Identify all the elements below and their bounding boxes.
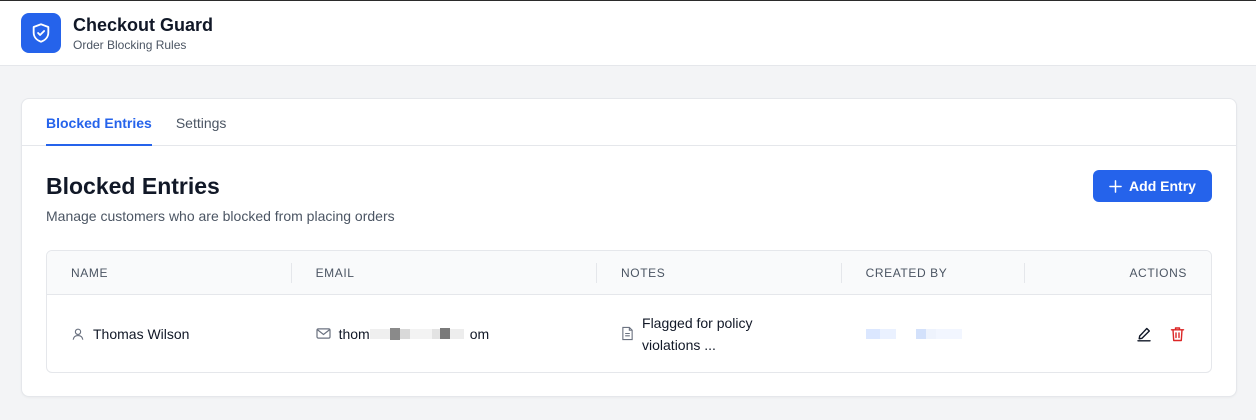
main-card: Blocked Entries Settings Blocked Entries…	[21, 98, 1237, 397]
blocked-entries-table: NAME EMAIL NOTES CREATED BY ACTIONS Thom…	[46, 250, 1212, 373]
tab-settings[interactable]: Settings	[176, 99, 227, 146]
cell-notes: Flagged for policy violations ...	[597, 295, 842, 372]
document-icon	[621, 326, 634, 341]
column-header-email: EMAIL	[292, 251, 598, 295]
table-row: Thomas Wilson thom om Flagged for policy…	[47, 295, 1211, 372]
mail-icon	[315, 327, 331, 340]
edit-icon[interactable]	[1136, 326, 1152, 342]
app-subtitle: Order Blocking Rules	[73, 38, 187, 52]
section-subtitle: Manage customers who are blocked from pl…	[46, 208, 395, 224]
table-header: NAME EMAIL NOTES CREATED BY ACTIONS	[47, 251, 1211, 295]
email-end: om	[469, 325, 490, 342]
brand: Checkout Guard Order Blocking Rules	[73, 14, 213, 52]
shield-check-icon	[32, 23, 50, 43]
plus-icon	[1109, 179, 1122, 193]
add-entry-label: Add Entry	[1129, 178, 1196, 194]
tab-bar: Blocked Entries Settings	[22, 99, 1236, 146]
email-redacted	[369, 323, 470, 345]
column-header-actions: ACTIONS	[1129, 265, 1187, 280]
add-entry-button[interactable]: Add Entry	[1093, 170, 1212, 202]
app-logo	[21, 13, 61, 53]
cell-actions	[1025, 295, 1211, 372]
created-by-redacted	[865, 328, 962, 340]
user-icon	[71, 327, 85, 341]
tab-blocked-entries[interactable]: Blocked Entries	[46, 99, 152, 146]
column-header-created-by: CREATED BY	[842, 251, 1026, 295]
notes-text: Flagged for policy violations ...	[642, 314, 753, 353]
cell-created-by	[842, 295, 1026, 372]
column-header-name: NAME	[47, 251, 292, 295]
email-start: thom	[338, 325, 370, 342]
cell-name: Thomas Wilson	[47, 295, 292, 372]
customer-name: Thomas Wilson	[93, 325, 190, 342]
cell-email: thom om	[292, 295, 597, 372]
app-title: Checkout Guard	[73, 15, 214, 35]
trash-icon[interactable]	[1170, 326, 1185, 342]
app-header: Checkout Guard Order Blocking Rules	[0, 0, 1256, 66]
section-title: Blocked Entries	[46, 173, 220, 199]
column-header-notes: NOTES	[597, 251, 842, 295]
